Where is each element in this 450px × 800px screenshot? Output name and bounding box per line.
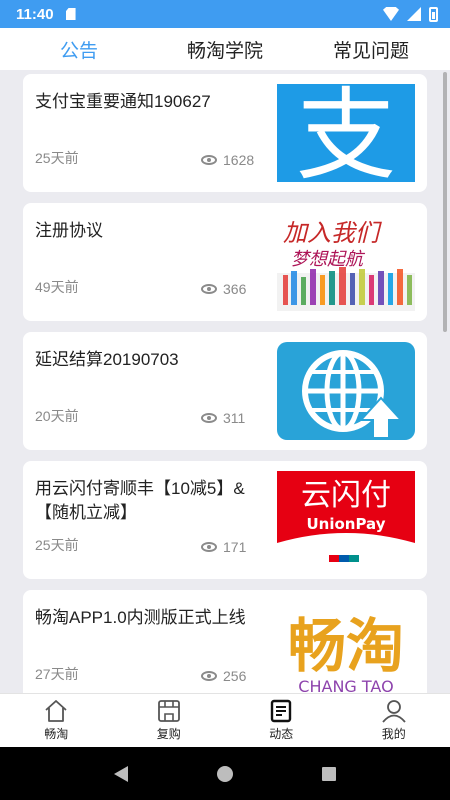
changtao-thumbnail: 畅淘 CHANG TAO [277,600,415,693]
article-card[interactable]: 支付宝重要通知190627 25天前 1628 支 [23,74,427,192]
article-card[interactable]: 用云闪付寄顺丰【10减5】&【随机立减】 25天前 171 云闪付 UnionP… [23,461,427,579]
top-tabs: 公告 畅淘学院 常见问题 [0,28,450,70]
status-time: 11:40 [16,5,54,23]
system-nav-bar [0,747,450,800]
article-date: 25天前 [35,537,79,553]
unionpay-thumbnail: 云闪付 UnionPay [277,471,415,569]
nav-item-news[interactable]: 动态 [225,694,338,747]
dream-banner-subtitle: 梦想起航 [291,249,366,270]
globe-upload-icon [302,350,404,439]
dream-banner-title: 加入我们 [283,219,382,247]
alipay-thumbnail: 支 [277,84,415,182]
scrollbar[interactable] [443,72,447,332]
tab-announcements[interactable]: 公告 [6,36,152,63]
article-list[interactable]: 支付宝重要通知190627 25天前 1628 支 注册协议 49天前 366 [0,70,450,693]
article-date: 27天前 [35,666,79,682]
status-indicators [383,6,438,22]
view-count: 366 [223,281,247,297]
article-card[interactable]: 注册协议 49天前 366 加入我们 梦想起航 [23,203,427,321]
article-views: 1628 [201,152,254,168]
view-count: 1628 [223,152,255,168]
changtao-cn-text: 畅淘 [288,612,404,680]
dream-banner-image: 加入我们 梦想起航 [277,219,415,311]
nav-label: 我的 [381,727,406,741]
back-icon[interactable] [114,765,129,782]
nav-label: 畅淘 [44,727,69,741]
alipay-logo-char: 支 [296,84,396,182]
bottom-nav: 畅淘 复购 动态 我的 [0,693,450,747]
unionpay-en-text: UnionPay [306,515,385,533]
unionpay-logo: 云闪付 UnionPay [277,478,415,569]
tab-academy[interactable]: 畅淘学院 [152,36,298,63]
eye-icon [201,155,217,165]
nav-label: 动态 [269,727,294,741]
signal-icon [407,7,421,21]
user-icon [382,700,406,723]
article-date: 20天前 [35,408,79,424]
shop-icon [157,700,180,722]
dream-banner-thumbnail: 加入我们 梦想起航 [277,213,415,311]
article-card[interactable]: 延迟结算20190703 20天前 311 [23,332,427,450]
home-button-icon[interactable] [216,765,233,782]
status-bar: 11:40 [0,0,450,28]
sd-card-icon [65,8,76,20]
view-count: 256 [223,668,247,684]
nav-item-home[interactable]: 畅淘 [0,694,113,747]
alipay-logo: 支 [296,84,396,182]
article-title: 用云闪付寄顺丰【10减5】&【随机立减】 [35,479,245,522]
view-count: 311 [223,410,246,426]
eye-icon [201,284,217,294]
article-card[interactable]: 畅淘APP1.0内测版正式上线 27天前 256 畅淘 CHANG TAO [23,590,427,693]
nav-item-profile[interactable]: 我的 [338,694,450,747]
article-title: 延迟结算20190703 [35,350,179,369]
article-views: 311 [201,410,245,426]
article-title: 畅淘APP1.0内测版正式上线 [35,608,246,627]
eye-icon [201,671,217,681]
view-count: 171 [223,539,247,555]
recent-apps-icon[interactable] [321,766,336,781]
article-title: 注册协议 [35,221,103,240]
article-views: 366 [201,281,246,297]
unionpay-cn-text: 云闪付 [301,478,391,513]
home-icon [45,700,67,722]
eye-icon [201,413,217,423]
article-date: 49天前 [35,279,79,295]
news-icon [271,699,292,723]
nav-label: 复购 [156,727,181,741]
tab-faq[interactable]: 常见问题 [298,36,444,63]
battery-icon [429,6,438,22]
nav-item-repurchase[interactable]: 复购 [113,694,226,747]
article-title: 支付宝重要通知190627 [35,92,211,111]
changtao-en-text: CHANG TAO [298,677,393,693]
article-views: 256 [201,668,246,684]
article-views: 171 [201,539,246,555]
eye-icon [201,542,217,552]
wifi-icon [383,7,399,21]
globe-thumbnail [277,342,415,440]
changtao-logo: 畅淘 CHANG TAO [288,612,404,693]
article-date: 25天前 [35,150,79,166]
